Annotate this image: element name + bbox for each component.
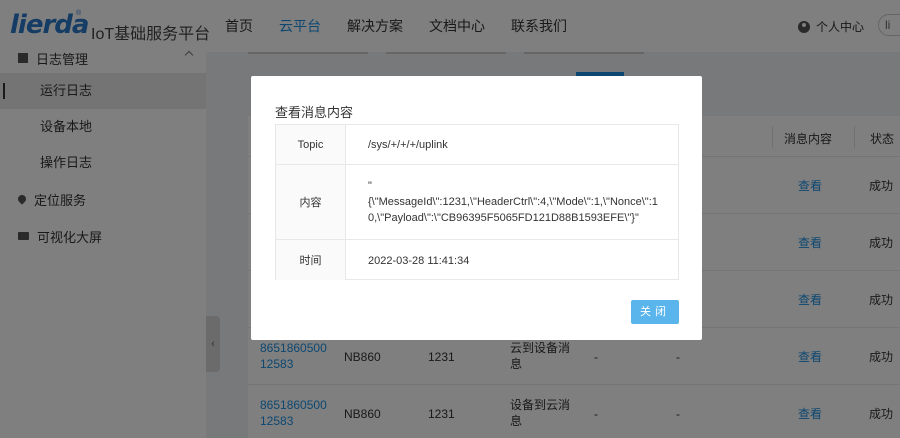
content-line-1: " bbox=[368, 180, 372, 192]
dialog-title: 查看消息内容 bbox=[275, 105, 354, 120]
topic-value: /sys/+/+/+/uplink bbox=[368, 139, 448, 151]
detail-row-topic: Topic /sys/+/+/+/uplink bbox=[276, 125, 678, 164]
content-value: " {\"MessageId\":1231,\"HeaderCtrl\":4,\… bbox=[368, 178, 678, 226]
message-detail-table: Topic /sys/+/+/+/uplink 内容 " {\"MessageI… bbox=[275, 124, 679, 280]
topic-label: Topic bbox=[276, 125, 346, 164]
content-label: 内容 bbox=[276, 165, 346, 239]
content-line-2: {\"MessageId\":1231,\"HeaderCtrl\":4,\"M… bbox=[368, 196, 658, 208]
time-value: 2022-03-28 11:41:34 bbox=[368, 255, 470, 267]
detail-row-content: 内容 " {\"MessageId\":1231,\"HeaderCtrl\":… bbox=[276, 164, 678, 239]
time-label: 时间 bbox=[276, 240, 346, 280]
detail-row-time: 时间 2022-03-28 11:41:34 bbox=[276, 239, 678, 280]
content-line-3: 0,\"Payload\":\"CB96395F5065FD121D88B159… bbox=[368, 212, 639, 224]
close-button[interactable]: 关闭 bbox=[631, 300, 679, 324]
message-content-dialog: 查看消息内容 Topic /sys/+/+/+/uplink 内容 " {\"M… bbox=[251, 76, 702, 340]
